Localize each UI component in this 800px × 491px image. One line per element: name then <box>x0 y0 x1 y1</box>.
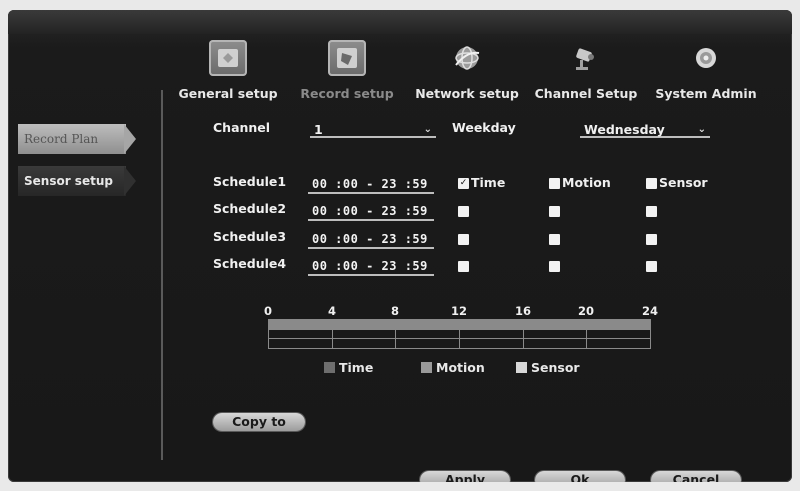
nav-record-setup[interactable]: Record setup <box>292 40 402 101</box>
nav-system-admin[interactable]: System Admin <box>651 40 761 101</box>
record-setup-icon <box>328 40 366 76</box>
nav-label: Channel Setup <box>534 86 638 101</box>
sidebar-item-sensor-setup[interactable]: Sensor setup <box>18 166 136 196</box>
timeline-divider <box>586 329 587 349</box>
legend-label: Time <box>339 360 374 375</box>
weekday-select[interactable]: Wednesday ⌄ <box>580 122 710 138</box>
channel-value: 1 <box>314 121 323 137</box>
legend-sensor: Sensor <box>516 360 580 375</box>
copy-to-button[interactable]: Copy to <box>213 413 305 431</box>
timeline-divider <box>459 329 460 349</box>
channel-select[interactable]: 1 ⌄ <box>310 122 436 138</box>
legend-time: Time <box>324 360 373 375</box>
nav-network-setup[interactable]: Network setup <box>412 40 522 101</box>
motion-checkbox[interactable] <box>549 234 560 245</box>
sensor-checkbox-label: Sensor <box>659 175 708 190</box>
chevron-down-icon: ⌄ <box>423 123 432 135</box>
sidebar-item-label: Sensor setup <box>18 166 126 196</box>
nav-label: Network setup <box>415 86 519 101</box>
schedule-label: Schedule3 <box>213 229 287 244</box>
nav-general-setup[interactable]: General setup <box>173 40 283 101</box>
timeline-divider <box>332 329 333 349</box>
dvr-screen: General setup Record setup Network setup… <box>8 10 792 482</box>
divider <box>161 90 163 460</box>
schedule-label: Schedule1 <box>213 174 287 189</box>
weekday-value: Wednesday <box>584 121 665 137</box>
chevron-right-icon <box>124 166 136 196</box>
time-checkbox[interactable] <box>458 261 469 272</box>
timeline-tick: 0 <box>263 304 273 318</box>
sensor-checkbox[interactable] <box>646 261 657 272</box>
nav-channel-setup[interactable]: Channel Setup <box>531 40 641 101</box>
legend-motion: Motion <box>421 360 485 375</box>
chevron-right-icon <box>124 124 136 154</box>
cancel-button[interactable]: Cancel <box>651 471 741 482</box>
sidebar-item-label: Record Plan <box>18 124 126 154</box>
chevron-down-icon: ⌄ <box>697 123 706 135</box>
sidebar-item-record-plan[interactable]: Record Plan <box>18 124 136 154</box>
schedule-time-field[interactable]: 00 :00 - 23 :59 <box>308 203 434 221</box>
ok-button[interactable]: Ok <box>535 471 625 482</box>
schedule-time-field[interactable]: 00 :00 - 23 :59 <box>308 258 434 276</box>
camera-icon <box>567 40 605 76</box>
apply-button[interactable]: Apply <box>420 471 510 482</box>
timeline-tick: 8 <box>390 304 400 318</box>
network-globe-icon <box>448 40 486 76</box>
time-checkbox-label: Time <box>471 175 506 190</box>
timeline-tick: 24 <box>641 304 659 318</box>
time-checkbox[interactable] <box>458 206 469 217</box>
schedule-time-field[interactable]: 00 :00 - 23 :59 <box>308 231 434 249</box>
nav-label: System Admin <box>655 86 757 101</box>
timeline-time-bar <box>268 319 651 329</box>
timeline-divider <box>395 329 396 349</box>
timeline-tick: 16 <box>514 304 532 318</box>
legend-label: Motion <box>436 360 485 375</box>
system-disc-icon <box>687 40 725 76</box>
timeline-tick: 20 <box>577 304 595 318</box>
legend-label: Sensor <box>531 360 580 375</box>
timeline-tick: 12 <box>450 304 468 318</box>
nav-label: General setup <box>178 86 278 101</box>
sensor-checkbox[interactable] <box>646 234 657 245</box>
timeline-tick: 4 <box>327 304 337 318</box>
schedule-label: Schedule2 <box>213 201 287 216</box>
general-setup-icon <box>209 40 247 76</box>
legend-swatch <box>324 362 335 373</box>
weekday-label: Weekday <box>452 120 516 135</box>
channel-label: Channel <box>213 120 271 135</box>
legend-swatch <box>516 362 527 373</box>
sensor-checkbox[interactable] <box>646 206 657 217</box>
schedule-label: Schedule4 <box>213 256 287 271</box>
legend-swatch <box>421 362 432 373</box>
time-checkbox[interactable] <box>458 234 469 245</box>
motion-checkbox[interactable] <box>549 261 560 272</box>
time-checkbox[interactable]: ✓ <box>458 178 469 189</box>
sensor-checkbox[interactable] <box>646 178 657 189</box>
motion-checkbox[interactable] <box>549 206 560 217</box>
timeline-divider <box>523 329 524 349</box>
top-band <box>8 10 792 34</box>
schedule-timeline <box>268 319 651 349</box>
nav-label: Record setup <box>300 86 394 101</box>
schedule-time-field[interactable]: 00 :00 - 23 :59 <box>308 176 434 194</box>
motion-checkbox-label: Motion <box>562 175 611 190</box>
motion-checkbox[interactable] <box>549 178 560 189</box>
